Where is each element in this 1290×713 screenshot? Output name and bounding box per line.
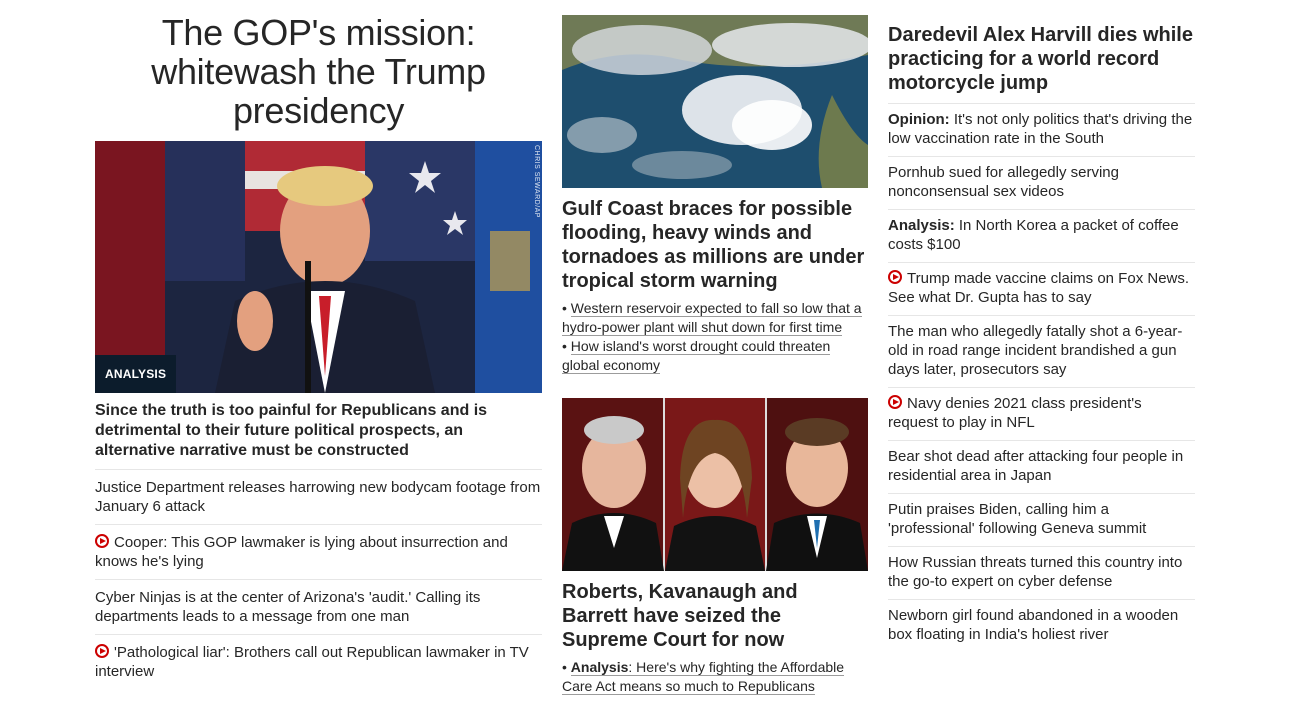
middle-column: Gulf Coast braces for possible flooding,… [562, 0, 868, 696]
list-item-text[interactable]: Bear shot dead after attacking four peop… [888, 448, 1183, 484]
hero-headline-link[interactable]: The GOP's mission: whitewash the Trump p… [95, 13, 542, 130]
list-item-text[interactable]: Navy denies 2021 class president's reque… [888, 395, 1142, 431]
satellite-photo [562, 15, 868, 188]
related-bullet: • Western reservoir expected to fall so … [562, 300, 862, 336]
related-bullet: • Analysis: Here's why fighting the Affo… [562, 659, 845, 695]
list-item[interactable]: Trump made vaccine claims on Fox News. S… [888, 263, 1195, 316]
list-item[interactable]: The man who allegedly fatally shot a 6-y… [888, 316, 1195, 388]
storm-headline-link[interactable]: Gulf Coast braces for possible flooding,… [562, 197, 868, 293]
list-item[interactable]: Newborn girl found abandoned in a wooden… [888, 600, 1195, 652]
list-item-text[interactable]: Cyber Ninjas is at the center of Arizona… [95, 589, 480, 625]
list-item-text[interactable]: Putin praises Biden, calling him a 'prof… [888, 501, 1146, 537]
list-item-text[interactable]: Cooper: This GOP lawmaker is lying about… [95, 534, 508, 570]
list-item[interactable]: Putin praises Biden, calling him a 'prof… [888, 494, 1195, 547]
list-item[interactable]: Analysis: In North Korea a packet of cof… [888, 210, 1195, 263]
video-play-icon [95, 534, 109, 548]
court-related-links: • Analysis: Here's why fighting the Affo… [562, 658, 868, 696]
related-link[interactable]: Western reservoir expected to fall so lo… [562, 300, 862, 336]
list-item-text[interactable]: How Russian threats turned this country … [888, 554, 1182, 590]
storm-related-links: • Western reservoir expected to fall so … [562, 299, 868, 375]
list-item[interactable]: Cyber Ninjas is at the center of Arizona… [95, 580, 542, 635]
list-item[interactable]: Navy denies 2021 class president's reque… [888, 388, 1195, 441]
list-item-text[interactable]: Newborn girl found abandoned in a wooden… [888, 607, 1178, 643]
list-item[interactable]: Pornhub sued for allegedly serving nonco… [888, 157, 1195, 210]
image-credit: CHRIS SEWARD/AP [533, 145, 540, 218]
hero-image[interactable]: CHRIS SEWARD/AP ANALYSIS [95, 141, 542, 393]
list-item-text[interactable]: 'Pathological liar': Brothers call out R… [95, 644, 529, 680]
video-play-icon [888, 270, 902, 284]
justices-image[interactable] [562, 398, 868, 571]
related-bullet: • How island's worst drought could threa… [562, 338, 831, 374]
right-headline-link[interactable]: Daredevil Alex Harvill dies while practi… [888, 23, 1195, 104]
related-link[interactable]: How island's worst drought could threate… [562, 338, 831, 374]
list-item-text[interactable]: Justice Department releases harrowing ne… [95, 479, 540, 515]
right-story-list: Opinion: It's not only politics that's d… [888, 104, 1195, 652]
item-label: Opinion: [888, 111, 950, 128]
video-play-icon [888, 395, 902, 409]
storm-satellite-image[interactable] [562, 15, 868, 188]
analysis-label: Analysis [570, 659, 629, 675]
hero-dek-link[interactable]: Since the truth is too painful for Repub… [95, 401, 542, 470]
justices-photo [562, 398, 868, 571]
right-column: Daredevil Alex Harvill dies while practi… [888, 0, 1195, 652]
left-story-list: Justice Department releases harrowing ne… [95, 470, 542, 689]
list-item-text[interactable]: Pornhub sued for allegedly serving nonco… [888, 164, 1119, 200]
list-item-text[interactable]: Trump made vaccine claims on Fox News. S… [888, 270, 1189, 306]
item-label: Analysis: [888, 217, 955, 234]
list-item[interactable]: 'Pathological liar': Brothers call out R… [95, 635, 542, 689]
left-column: The GOP's mission: whitewash the Trump p… [95, 0, 542, 689]
list-item[interactable]: Justice Department releases harrowing ne… [95, 470, 542, 525]
list-item[interactable]: Cooper: This GOP lawmaker is lying about… [95, 525, 542, 580]
list-item[interactable]: Bear shot dead after attacking four peop… [888, 441, 1195, 494]
list-item-text[interactable]: The man who allegedly fatally shot a 6-y… [888, 323, 1182, 378]
list-item[interactable]: Opinion: It's not only politics that's d… [888, 104, 1195, 157]
video-play-icon [95, 644, 109, 658]
court-headline-link[interactable]: Roberts, Kavanaugh and Barrett have seiz… [562, 580, 868, 652]
related-link[interactable]: Analysis: Here's why fighting the Afford… [562, 659, 845, 695]
analysis-badge: ANALYSIS [95, 355, 177, 393]
list-item[interactable]: How Russian threats turned this country … [888, 547, 1195, 600]
